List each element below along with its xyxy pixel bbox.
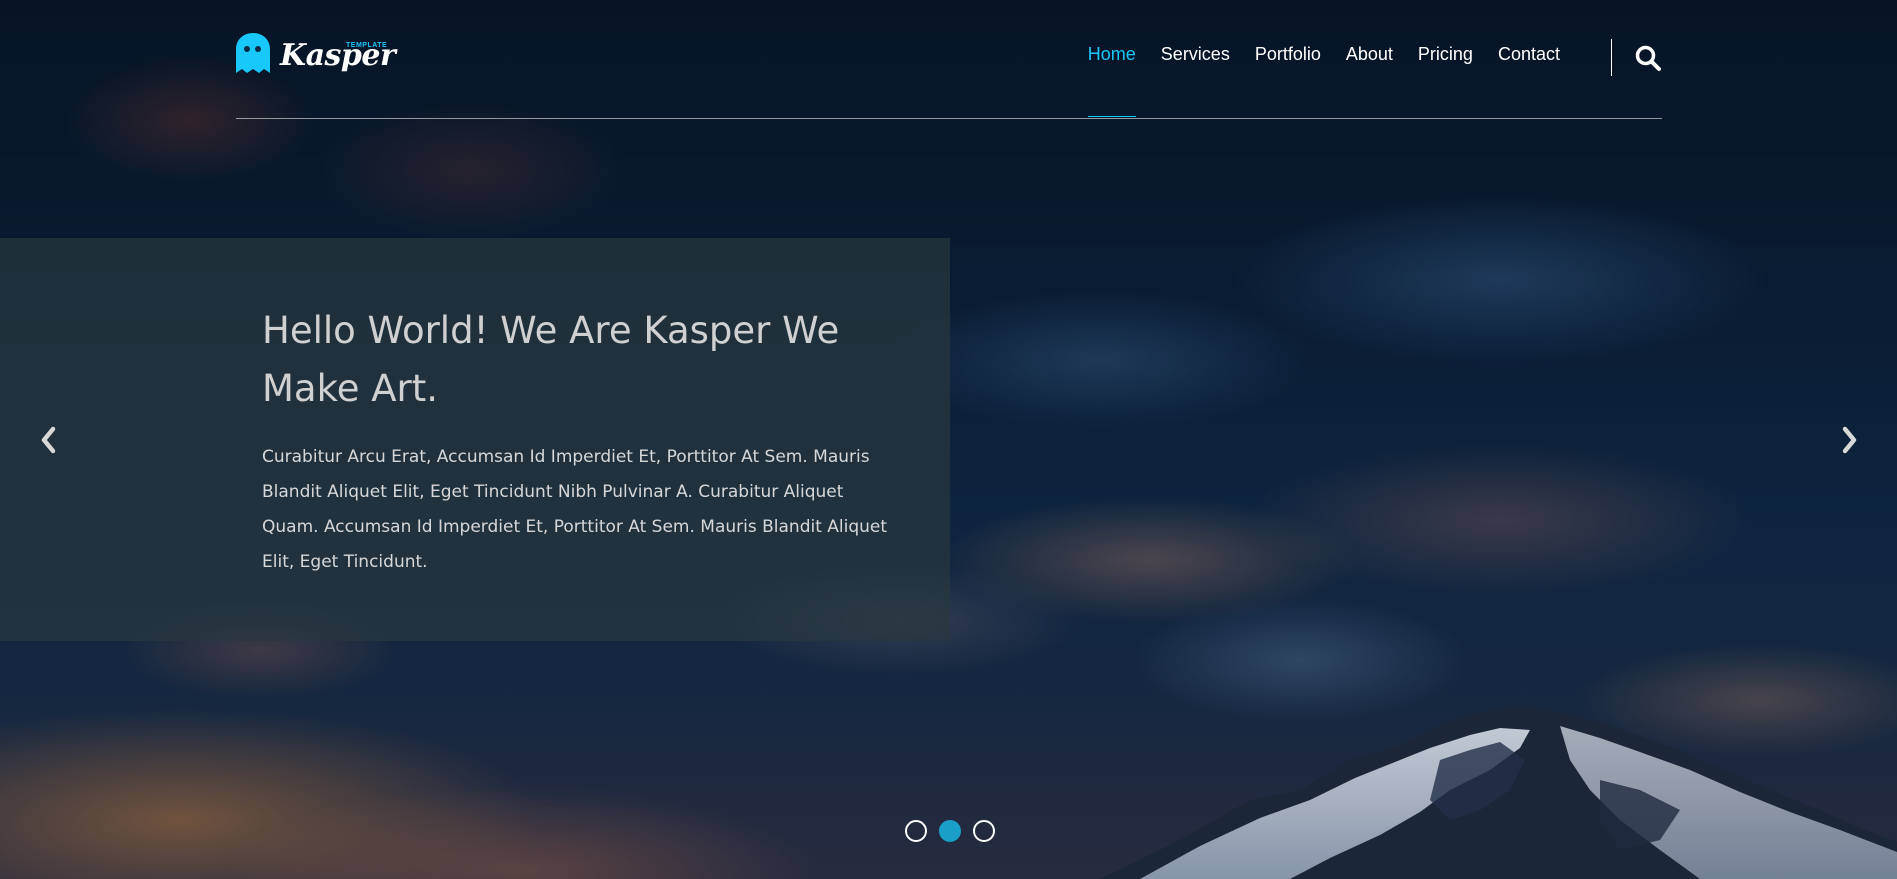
nav-item-pricing: Pricing [1418, 44, 1473, 65]
nav-link-contact[interactable]: Contact [1498, 44, 1560, 65]
hero-section: TEMPLATE Kasper Home Services Portfolio … [0, 0, 1897, 879]
nav-item-about: About [1346, 44, 1393, 65]
ghost-icon [236, 33, 270, 73]
nav-item-contact: Contact [1498, 44, 1560, 65]
nav-link-about[interactable]: About [1346, 44, 1393, 65]
main-nav: Home Services Portfolio About Pricing Co… [1087, 44, 1560, 117]
nav-link-services[interactable]: Services [1161, 44, 1230, 65]
site-header: TEMPLATE Kasper Home Services Portfolio … [236, 0, 1662, 119]
chevron-right-icon[interactable] [1838, 425, 1862, 455]
search-icon[interactable] [1634, 44, 1662, 72]
carousel-indicators [905, 820, 995, 842]
nav-link-portfolio[interactable]: Portfolio [1255, 44, 1321, 65]
carousel-dot-3[interactable] [973, 820, 995, 842]
nav-link-pricing[interactable]: Pricing [1418, 44, 1473, 65]
nav-item-home: Home [1087, 44, 1136, 117]
logo[interactable]: TEMPLATE Kasper [236, 32, 396, 78]
slide-body-text: Curabitur Arcu Erat, Accumsan Id Imperdi… [262, 447, 888, 572]
chevron-left-icon[interactable] [36, 425, 60, 455]
nav-item-portfolio: Portfolio [1255, 44, 1321, 65]
nav-link-home[interactable]: Home [1087, 44, 1136, 117]
logo-wordmark: Kasper [280, 38, 396, 73]
slide-headline: Hello World! We Are Kasper We Make Art. [262, 309, 840, 410]
carousel-dot-1[interactable] [905, 820, 927, 842]
nav-item-services: Services [1161, 44, 1230, 65]
carousel-dot-2[interactable] [939, 820, 961, 842]
nav-divider [1611, 39, 1612, 76]
